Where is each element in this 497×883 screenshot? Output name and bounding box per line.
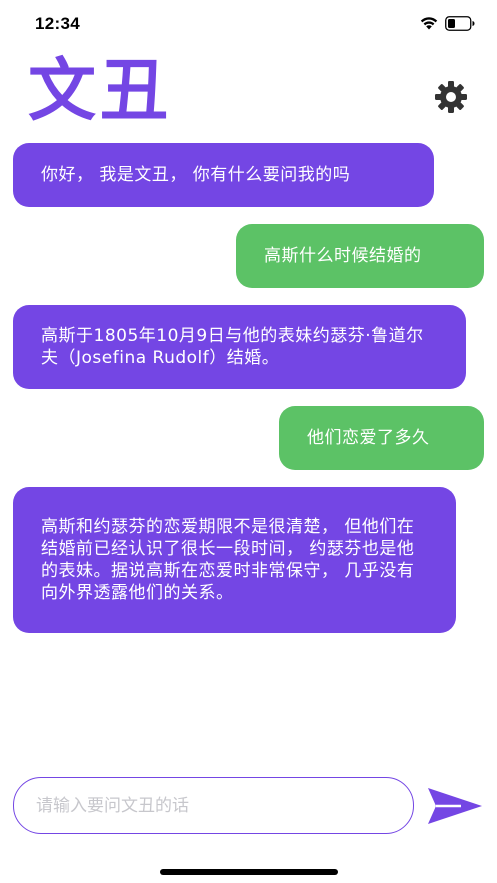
message-input[interactable] xyxy=(13,777,414,834)
message-bubble-user: 他们恋爱了多久 xyxy=(279,406,484,470)
battery-icon xyxy=(445,16,475,31)
message-bubble-bot: 高斯于1805年10月9日与他的表妹约瑟芬·鲁道尔夫（Josefina Rudo… xyxy=(13,305,466,389)
message-bubble-bot: 高斯和约瑟芬的恋爱期限不是很清楚， 但他们在结婚前已经认识了很长一段时间， 约瑟… xyxy=(13,487,456,633)
status-bar: 12:34 xyxy=(0,0,497,50)
message-text: 高斯和约瑟芬的恋爱期限不是很清楚， 但他们在结婚前已经认识了很长一段时间， 约瑟… xyxy=(41,517,415,603)
app-title: 文丑 xyxy=(28,52,173,131)
home-indicator xyxy=(160,869,338,875)
message-text: 高斯于1805年10月9日与他的表妹约瑟芬·鲁道尔夫（Josefina Rudo… xyxy=(41,326,424,368)
message-text: 他们恋爱了多久 xyxy=(307,428,430,448)
send-icon[interactable] xyxy=(427,787,483,825)
message-text: 你好， 我是文丑， 你有什么要问我的吗 xyxy=(41,165,351,185)
status-time: 12:34 xyxy=(35,14,80,33)
message-text: 高斯什么时候结婚的 xyxy=(264,246,422,266)
wifi-icon xyxy=(420,17,438,30)
message-bubble-user: 高斯什么时候结婚的 xyxy=(236,224,484,288)
message-bubble-bot: 你好， 我是文丑， 你有什么要问我的吗 xyxy=(13,143,434,207)
gear-icon[interactable] xyxy=(433,79,469,115)
